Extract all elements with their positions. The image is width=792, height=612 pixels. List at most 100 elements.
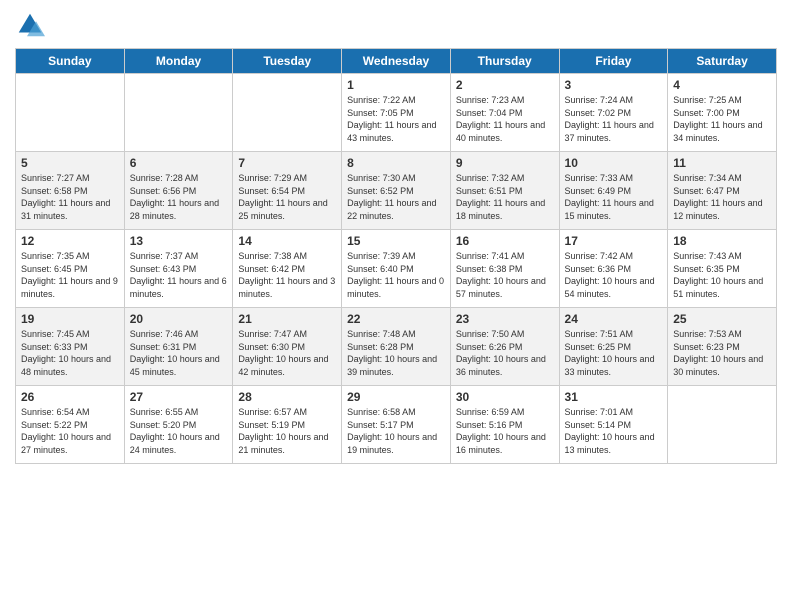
calendar-body: 1 Sunrise: 7:22 AMSunset: 7:05 PMDaylight… (16, 74, 777, 464)
calendar-cell: 30 Sunrise: 6:59 AMSunset: 5:16 PMDayligh… (450, 386, 559, 464)
logo-icon (15, 10, 45, 40)
calendar-cell: 5 Sunrise: 7:27 AMSunset: 6:58 PMDaylight… (16, 152, 125, 230)
day-number: 15 (347, 234, 445, 248)
day-info: Sunrise: 7:33 AMSunset: 6:49 PMDaylight:… (565, 172, 663, 222)
day-number: 6 (130, 156, 228, 170)
calendar-cell: 15 Sunrise: 7:39 AMSunset: 6:40 PMDayligh… (342, 230, 451, 308)
day-number: 26 (21, 390, 119, 404)
calendar-cell: 9Sunrise: 7:32 AMSunset: 6:51 PMDaylight… (450, 152, 559, 230)
calendar-cell: 27 Sunrise: 6:55 AMSunset: 5:20 PMDayligh… (124, 386, 233, 464)
day-number: 20 (130, 312, 228, 326)
day-info: Sunrise: 7:35 AMSunset: 6:45 PMDaylight:… (21, 250, 119, 300)
day-number: 19 (21, 312, 119, 326)
day-info: Sunrise: 6:55 AMSunset: 5:20 PMDaylight:… (130, 406, 228, 456)
calendar-cell: 12 Sunrise: 7:35 AMSunset: 6:45 PMDayligh… (16, 230, 125, 308)
logo (15, 10, 49, 40)
calendar-cell: 22Sunrise: 7:48 AMSunset: 6:28 PMDayligh… (342, 308, 451, 386)
day-info: Sunrise: 7:48 AMSunset: 6:28 PMDaylight:… (347, 328, 445, 378)
day-number: 11 (673, 156, 771, 170)
day-number: 17 (565, 234, 663, 248)
calendar-week-row: 5 Sunrise: 7:27 AMSunset: 6:58 PMDaylight… (16, 152, 777, 230)
calendar-cell: 6 Sunrise: 7:28 AMSunset: 6:56 PMDaylight… (124, 152, 233, 230)
calendar-cell (233, 74, 342, 152)
calendar-cell: 26 Sunrise: 6:54 AMSunset: 5:22 PMDayligh… (16, 386, 125, 464)
day-info: Sunrise: 7:42 AMSunset: 6:36 PMDaylight:… (565, 250, 663, 300)
calendar-cell: 28 Sunrise: 6:57 AMSunset: 5:19 PMDayligh… (233, 386, 342, 464)
day-info: Sunrise: 6:54 AMSunset: 5:22 PMDaylight:… (21, 406, 119, 456)
calendar-cell: 25Sunrise: 7:53 AMSunset: 6:23 PMDayligh… (668, 308, 777, 386)
calendar-cell: 23Sunrise: 7:50 AMSunset: 6:26 PMDayligh… (450, 308, 559, 386)
day-info: Sunrise: 7:29 AMSunset: 6:54 PMDaylight:… (238, 172, 336, 222)
calendar-cell: 17 Sunrise: 7:42 AMSunset: 6:36 PMDayligh… (559, 230, 668, 308)
calendar-header: SundayMondayTuesdayWednesdayThursdayFrid… (16, 49, 777, 74)
calendar-cell: 29 Sunrise: 6:58 AMSunset: 5:17 PMDayligh… (342, 386, 451, 464)
calendar-cell: 1 Sunrise: 7:22 AMSunset: 7:05 PMDaylight… (342, 74, 451, 152)
calendar-cell: 16 Sunrise: 7:41 AMSunset: 6:38 PMDayligh… (450, 230, 559, 308)
day-number: 14 (238, 234, 336, 248)
day-info: Sunrise: 7:46 AMSunset: 6:31 PMDaylight:… (130, 328, 228, 378)
day-info: Sunrise: 6:58 AMSunset: 5:17 PMDaylight:… (347, 406, 445, 456)
day-info: Sunrise: 7:41 AMSunset: 6:38 PMDaylight:… (456, 250, 554, 300)
calendar-cell: 8Sunrise: 7:30 AMSunset: 6:52 PMDaylight… (342, 152, 451, 230)
day-number: 1 (347, 78, 445, 92)
day-number: 21 (238, 312, 336, 326)
page-header (15, 10, 777, 40)
weekday-header: Tuesday (233, 49, 342, 74)
day-info: Sunrise: 7:47 AMSunset: 6:30 PMDaylight:… (238, 328, 336, 378)
day-number: 27 (130, 390, 228, 404)
calendar-week-row: 26 Sunrise: 6:54 AMSunset: 5:22 PMDayligh… (16, 386, 777, 464)
calendar-cell: 10Sunrise: 7:33 AMSunset: 6:49 PMDayligh… (559, 152, 668, 230)
day-number: 3 (565, 78, 663, 92)
day-info: Sunrise: 7:24 AMSunset: 7:02 PMDaylight:… (565, 94, 663, 144)
day-info: Sunrise: 7:45 AMSunset: 6:33 PMDaylight:… (21, 328, 119, 378)
day-info: Sunrise: 7:37 AMSunset: 6:43 PMDaylight:… (130, 250, 228, 300)
day-number: 31 (565, 390, 663, 404)
weekday-header: Friday (559, 49, 668, 74)
weekday-header: Thursday (450, 49, 559, 74)
day-info: Sunrise: 7:28 AMSunset: 6:56 PMDaylight:… (130, 172, 228, 222)
day-info: Sunrise: 6:57 AMSunset: 5:19 PMDaylight:… (238, 406, 336, 456)
calendar-cell: 11 Sunrise: 7:34 AMSunset: 6:47 PMDayligh… (668, 152, 777, 230)
day-info: Sunrise: 7:32 AMSunset: 6:51 PMDaylight:… (456, 172, 554, 222)
calendar-cell: 4 Sunrise: 7:25 AMSunset: 7:00 PMDaylight… (668, 74, 777, 152)
day-info: Sunrise: 7:01 AMSunset: 5:14 PMDaylight:… (565, 406, 663, 456)
day-info: Sunrise: 7:22 AMSunset: 7:05 PMDaylight:… (347, 94, 445, 144)
calendar-cell (16, 74, 125, 152)
calendar-cell: 21 Sunrise: 7:47 AMSunset: 6:30 PMDayligh… (233, 308, 342, 386)
calendar-week-row: 1 Sunrise: 7:22 AMSunset: 7:05 PMDaylight… (16, 74, 777, 152)
calendar-cell: 24 Sunrise: 7:51 AMSunset: 6:25 PMDayligh… (559, 308, 668, 386)
weekday-row: SundayMondayTuesdayWednesdayThursdayFrid… (16, 49, 777, 74)
day-info: Sunrise: 7:27 AMSunset: 6:58 PMDaylight:… (21, 172, 119, 222)
day-info: Sunrise: 6:59 AMSunset: 5:16 PMDaylight:… (456, 406, 554, 456)
calendar-cell: 7 Sunrise: 7:29 AMSunset: 6:54 PMDaylight… (233, 152, 342, 230)
weekday-header: Monday (124, 49, 233, 74)
day-info: Sunrise: 7:38 AMSunset: 6:42 PMDaylight:… (238, 250, 336, 300)
day-info: Sunrise: 7:25 AMSunset: 7:00 PMDaylight:… (673, 94, 771, 144)
weekday-header: Sunday (16, 49, 125, 74)
day-info: Sunrise: 7:39 AMSunset: 6:40 PMDaylight:… (347, 250, 445, 300)
day-info: Sunrise: 7:23 AMSunset: 7:04 PMDaylight:… (456, 94, 554, 144)
calendar-week-row: 19 Sunrise: 7:45 AMSunset: 6:33 PMDayligh… (16, 308, 777, 386)
day-number: 16 (456, 234, 554, 248)
day-number: 29 (347, 390, 445, 404)
calendar-cell: 18 Sunrise: 7:43 AMSunset: 6:35 PMDayligh… (668, 230, 777, 308)
day-number: 2 (456, 78, 554, 92)
day-number: 12 (21, 234, 119, 248)
day-number: 4 (673, 78, 771, 92)
day-number: 30 (456, 390, 554, 404)
page-container: SundayMondayTuesdayWednesdayThursdayFrid… (0, 0, 792, 474)
day-info: Sunrise: 7:43 AMSunset: 6:35 PMDaylight:… (673, 250, 771, 300)
day-number: 28 (238, 390, 336, 404)
calendar-cell (124, 74, 233, 152)
day-number: 18 (673, 234, 771, 248)
day-info: Sunrise: 7:34 AMSunset: 6:47 PMDaylight:… (673, 172, 771, 222)
calendar-table: SundayMondayTuesdayWednesdayThursdayFrid… (15, 48, 777, 464)
day-info: Sunrise: 7:30 AMSunset: 6:52 PMDaylight:… (347, 172, 445, 222)
calendar-cell: 2 Sunrise: 7:23 AMSunset: 7:04 PMDaylight… (450, 74, 559, 152)
calendar-week-row: 12 Sunrise: 7:35 AMSunset: 6:45 PMDayligh… (16, 230, 777, 308)
day-number: 24 (565, 312, 663, 326)
day-info: Sunrise: 7:51 AMSunset: 6:25 PMDaylight:… (565, 328, 663, 378)
calendar-cell: 3 Sunrise: 7:24 AMSunset: 7:02 PMDaylight… (559, 74, 668, 152)
day-number: 7 (238, 156, 336, 170)
day-number: 5 (21, 156, 119, 170)
